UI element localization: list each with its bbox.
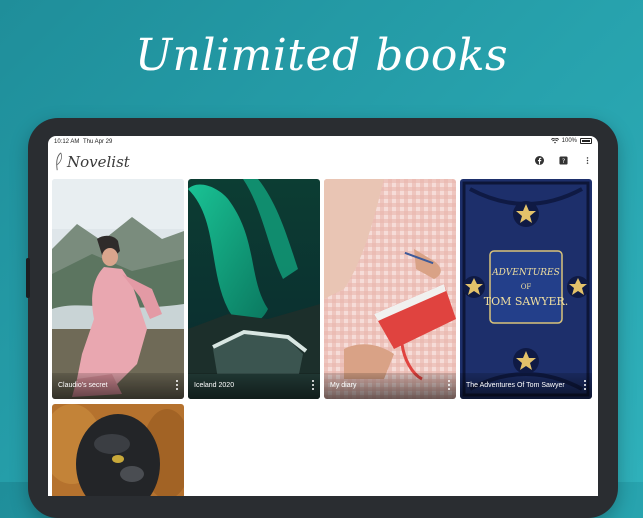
status-date: Thu Apr 29 bbox=[83, 139, 113, 145]
wifi-icon bbox=[550, 138, 559, 144]
book-cover-image: ADVENTURES OF TOM SAWYER. bbox=[460, 179, 592, 399]
book-title: My diary bbox=[330, 382, 357, 389]
book-card[interactable]: My diary bbox=[324, 179, 456, 399]
battery-icon bbox=[580, 138, 592, 144]
book-card[interactable] bbox=[52, 404, 184, 496]
book-title: The Adventures Of Tom Sawyer bbox=[466, 382, 565, 389]
book-cover-image bbox=[324, 179, 456, 399]
battery-percent: 100% bbox=[561, 138, 577, 144]
book-card[interactable]: ADVENTURES OF TOM SAWYER. The Adventures… bbox=[460, 179, 592, 399]
status-time: 10:12 AM bbox=[54, 139, 80, 145]
facebook-icon[interactable] bbox=[534, 155, 544, 165]
app-name: Novelist bbox=[67, 153, 130, 171]
promo-headline: Unlimited books bbox=[134, 30, 509, 81]
book-card[interactable]: Iceland 2020 bbox=[188, 179, 320, 399]
app-bar: Novelist ? bbox=[48, 148, 598, 176]
book-menu-icon[interactable] bbox=[311, 380, 314, 390]
app-screen: 10:12 AM Thu Apr 29 100% Novelist ? Clau… bbox=[48, 136, 598, 496]
status-right: 100% bbox=[550, 138, 592, 144]
book-menu-icon[interactable] bbox=[583, 380, 586, 390]
book-menu-icon[interactable] bbox=[175, 380, 178, 390]
cover-text-line3: TOM SAWYER. bbox=[484, 295, 569, 308]
svg-text:?: ? bbox=[561, 157, 564, 164]
cover-text-line2: OF bbox=[521, 283, 532, 291]
book-cover-image bbox=[52, 179, 184, 399]
book-title: Iceland 2020 bbox=[194, 382, 235, 389]
app-actions: ? bbox=[534, 155, 592, 165]
book-menu-icon[interactable] bbox=[447, 380, 450, 390]
feather-icon bbox=[56, 152, 62, 171]
book-cover-image bbox=[52, 404, 184, 496]
app-logo[interactable]: Novelist bbox=[54, 152, 130, 172]
tablet-side-button bbox=[26, 258, 30, 298]
cover-text-line1: ADVENTURES bbox=[491, 268, 560, 278]
help-icon[interactable]: ? bbox=[558, 155, 568, 165]
more-vertical-icon[interactable] bbox=[582, 155, 592, 165]
book-card[interactable]: Claudio's secret bbox=[52, 179, 184, 399]
status-bar: 10:12 AM Thu Apr 29 100% bbox=[48, 136, 598, 148]
book-cover-image bbox=[188, 179, 320, 399]
book-title: Claudio's secret bbox=[58, 382, 108, 389]
